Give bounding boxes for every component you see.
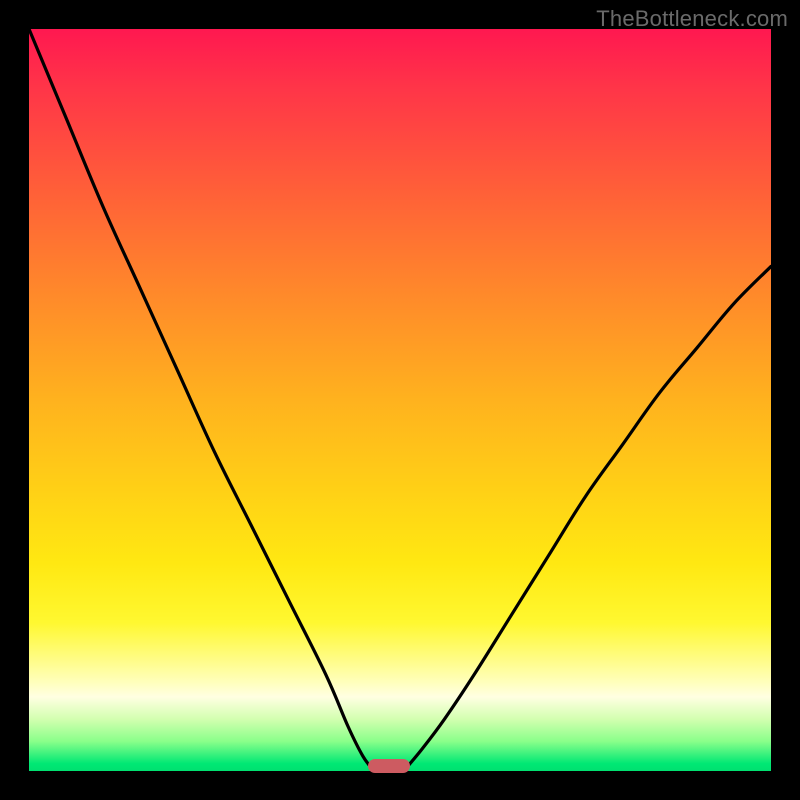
curve-right-branch — [404, 266, 771, 771]
watermark-text: TheBottleneck.com — [596, 6, 788, 32]
chart-plot-area — [29, 29, 771, 771]
curve-left-branch — [29, 29, 374, 771]
optimal-marker — [368, 759, 410, 773]
bottleneck-curve — [29, 29, 771, 771]
